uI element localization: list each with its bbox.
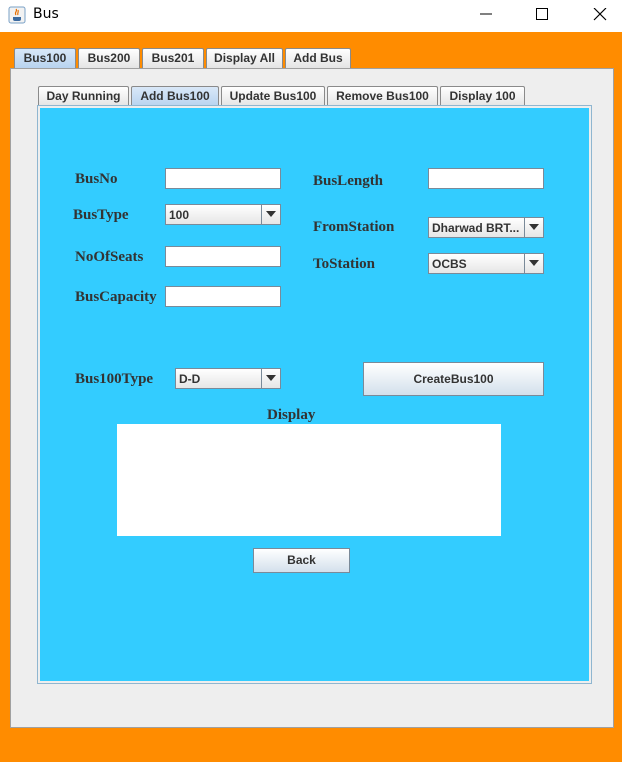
- fromstation-value: Dharwad BRT...: [432, 221, 520, 235]
- java-app-icon: [8, 6, 26, 24]
- bus100type-label: Bus100Type: [75, 371, 154, 387]
- tab-bus200[interactable]: Bus200: [78, 48, 140, 68]
- tab-bus201[interactable]: Bus201: [142, 48, 204, 68]
- dropdown-arrow-icon[interactable]: [524, 254, 543, 273]
- tostation-label: ToStation: [313, 256, 375, 272]
- buscapacity-label: BusCapacity: [75, 289, 157, 305]
- title-bar: Bus: [0, 0, 622, 32]
- buscapacity-input[interactable]: [165, 286, 281, 307]
- busno-label: BusNo: [75, 171, 118, 187]
- tostation-value: OCBS: [432, 257, 467, 271]
- dropdown-arrow-icon[interactable]: [261, 205, 280, 224]
- tab-add-bus100[interactable]: Add Bus100: [131, 86, 219, 106]
- minimize-button[interactable]: [462, 0, 512, 30]
- bustype-value: 100: [169, 208, 190, 222]
- tostation-combo[interactable]: OCBS: [428, 253, 544, 274]
- buslength-label: BusLength: [313, 173, 384, 189]
- window-title: Bus: [33, 6, 59, 22]
- bus100type-combo[interactable]: D-D: [175, 368, 281, 389]
- dropdown-arrow-icon[interactable]: [524, 218, 543, 237]
- busno-input[interactable]: [165, 168, 281, 189]
- noofseats-label: NoOfSeats: [75, 249, 144, 265]
- maximize-button[interactable]: [518, 0, 568, 30]
- maximize-icon: [536, 8, 548, 20]
- dropdown-arrow-icon[interactable]: [261, 369, 280, 388]
- close-icon: [593, 8, 607, 21]
- tab-add-bus[interactable]: Add Bus: [285, 48, 351, 68]
- bus100type-value: D-D: [179, 372, 201, 386]
- tab-display-all[interactable]: Display All: [206, 48, 283, 68]
- back-button[interactable]: Back: [253, 548, 350, 573]
- bustype-combo[interactable]: 100: [165, 204, 281, 225]
- minimize-icon: [480, 13, 492, 15]
- fromstation-combo[interactable]: Dharwad BRT...: [428, 217, 544, 238]
- tab-remove-bus100[interactable]: Remove Bus100: [327, 86, 438, 106]
- create-bus100-button[interactable]: CreateBus100: [363, 362, 544, 396]
- tab-bus100[interactable]: Bus100: [14, 48, 76, 68]
- close-button[interactable]: [576, 0, 622, 30]
- tab-update-bus100[interactable]: Update Bus100: [221, 86, 325, 106]
- display-label: Display: [267, 407, 316, 423]
- fromstation-label: FromStation: [313, 219, 395, 235]
- tab-display-100[interactable]: Display 100: [440, 86, 525, 106]
- buslength-input[interactable]: [428, 168, 544, 189]
- tab-day-running[interactable]: Day Running: [38, 86, 129, 106]
- display-textarea[interactable]: [117, 424, 501, 536]
- noofseats-input[interactable]: [165, 246, 281, 267]
- bustype-label: BusType: [73, 207, 129, 223]
